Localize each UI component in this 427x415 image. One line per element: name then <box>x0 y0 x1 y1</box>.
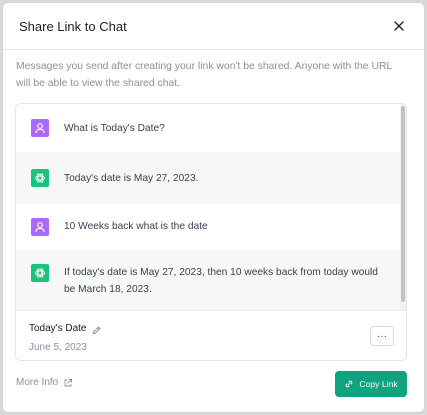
message-assistant: If today's date is May 27, 2023, then 10… <box>16 250 400 310</box>
message-assistant: Today's date is May 27, 2023. <box>16 152 400 204</box>
message-text: If today's date is May 27, 2023, then 10… <box>64 267 378 295</box>
external-link-icon <box>64 378 73 386</box>
copy-link-button[interactable]: Copy Link <box>335 371 407 397</box>
chat-meta: Today's Date June 5, 2023 ··· <box>16 310 406 360</box>
openai-logo-icon <box>34 268 46 278</box>
message-user: 10 Weeks back what is the date <box>16 204 400 250</box>
dialog-header: Share Link to Chat <box>3 3 424 50</box>
openai-logo-icon <box>34 173 46 183</box>
message-text: 10 Weeks back what is the date <box>64 221 208 232</box>
pencil-icon <box>92 326 101 335</box>
scrollbar-thumb[interactable] <box>401 106 405 302</box>
link-icon <box>346 380 353 388</box>
dialog-description: Messages you send after creating your li… <box>16 61 392 89</box>
message-text: Today's date is May 27, 2023. <box>64 173 199 184</box>
chat-date: June 5, 2023 <box>29 342 87 353</box>
chat-title: Today's Date <box>29 323 87 334</box>
conversation-scrollbar[interactable] <box>400 104 406 310</box>
dialog-title: Share Link to Chat <box>19 18 127 34</box>
user-icon <box>35 222 45 233</box>
user-icon <box>35 123 45 134</box>
copy-link-label: Copy Link <box>359 379 398 389</box>
shared-chat-preview: What is Today's Date? Today's date is Ma… <box>15 103 407 361</box>
user-avatar <box>31 218 49 236</box>
assistant-avatar <box>31 264 49 282</box>
message-text: What is Today's Date? <box>64 123 165 134</box>
user-avatar <box>31 119 49 137</box>
more-info-link[interactable]: More Info <box>16 377 73 388</box>
assistant-avatar <box>31 169 49 187</box>
close-button[interactable] <box>390 17 408 35</box>
more-options-button[interactable]: ··· <box>370 326 394 346</box>
message-user: What is Today's Date? <box>16 104 400 152</box>
close-icon <box>394 21 404 31</box>
conversation-list[interactable]: What is Today's Date? Today's date is Ma… <box>16 104 406 310</box>
edit-title-button[interactable] <box>91 323 102 335</box>
more-info-label: More Info <box>16 377 59 388</box>
